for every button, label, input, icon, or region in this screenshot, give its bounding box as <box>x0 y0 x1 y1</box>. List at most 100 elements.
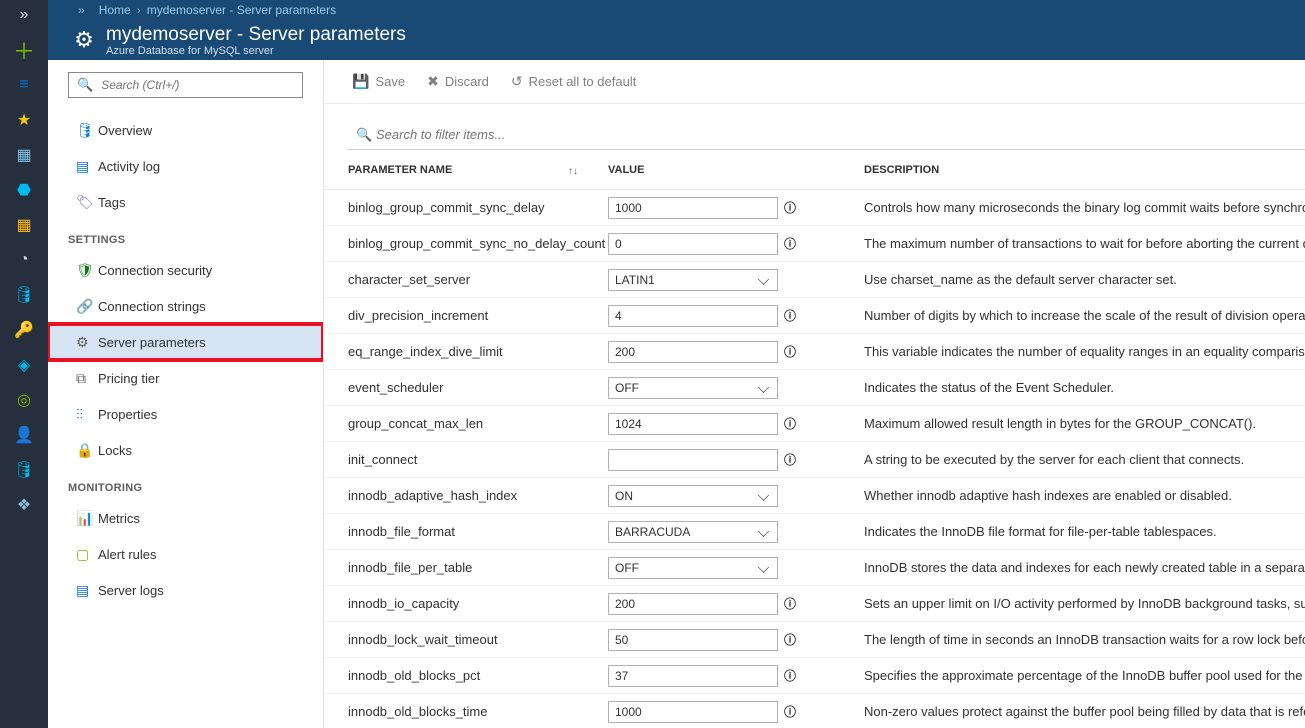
param-description: InnoDB stores the data and indexes for e… <box>864 560 1305 575</box>
param-value-cell <box>608 305 864 327</box>
info-icon[interactable] <box>784 670 796 682</box>
sidebar-search[interactable]: 🔍 <box>68 72 303 98</box>
info-icon[interactable] <box>784 346 796 358</box>
discard-label: Discard <box>445 74 489 89</box>
breadcrumb-chevron-icon[interactable]: » <box>78 3 85 17</box>
sidebar-item-label: Pricing tier <box>98 371 159 386</box>
rail-key-icon[interactable]: 🔑 <box>8 319 40 341</box>
param-name: innodb_file_format <box>348 524 608 539</box>
sidebar-item-activity-log[interactable]: ▤ Activity log <box>48 148 323 184</box>
param-value-select[interactable]: LATIN1 <box>608 269 778 291</box>
rail-list-icon[interactable]: ≡ <box>8 74 40 96</box>
sidebar-item-label: Tags <box>98 195 125 210</box>
param-description: A string to be executed by the server fo… <box>864 452 1305 467</box>
param-value-select[interactable]: OFF <box>608 377 778 399</box>
sidebar-item-overview[interactable]: 🛢 Overview <box>48 112 323 148</box>
param-value-input[interactable] <box>608 341 778 363</box>
param-row: event_schedulerOFFIndicates the status o… <box>324 370 1305 406</box>
param-description: This variable indicates the number of eq… <box>864 344 1305 359</box>
sidebar-item-label: Connection security <box>98 263 212 278</box>
param-row: binlog_group_commit_sync_delayControls h… <box>324 190 1305 226</box>
param-value-select[interactable]: ON <box>608 485 778 507</box>
rail-shield-icon[interactable]: ◈ <box>8 354 40 376</box>
resource-sidebar: 🔍 🛢 Overview ▤ Activity log 🏷 Tags SETTI… <box>48 60 324 728</box>
sort-icon[interactable]: ↑↓ <box>568 166 578 177</box>
info-icon[interactable] <box>784 706 796 718</box>
param-description: Sets an upper limit on I/O activity perf… <box>864 596 1305 611</box>
breadcrumb: » Home › mydemoserver - Server parameter… <box>48 0 1305 20</box>
rail-expand-icon[interactable]: » <box>8 4 40 26</box>
reset-button[interactable]: ↺ Reset all to default <box>511 73 636 90</box>
rail-dashboard-icon[interactable]: ▦ <box>8 144 40 166</box>
sidebar-item-pricing-tier[interactable]: ⧉ Pricing tier <box>48 360 323 396</box>
rail-mysql-icon[interactable]: 🛢 <box>8 459 40 481</box>
rail-favorites-icon[interactable]: ★ <box>8 109 40 131</box>
activity-log-icon: ▤ <box>76 158 98 175</box>
param-value-input[interactable] <box>608 665 778 687</box>
save-label: Save <box>375 74 405 89</box>
sidebar-item-server-parameters[interactable]: ⚙ Server parameters <box>48 324 323 360</box>
info-icon[interactable] <box>784 310 796 322</box>
sidebar-item-alert-rules[interactable]: ▢ Alert rules <box>48 536 323 572</box>
param-value-cell <box>608 629 864 651</box>
rail-cost-icon[interactable]: ◎ <box>8 389 40 411</box>
param-value-input[interactable] <box>608 413 778 435</box>
info-icon[interactable] <box>784 202 796 214</box>
info-icon[interactable] <box>784 598 796 610</box>
param-value-input[interactable] <box>608 629 778 651</box>
page-title: mydemoserver - Server parameters <box>106 24 406 46</box>
param-name: innodb_old_blocks_pct <box>348 668 608 683</box>
param-value-cell <box>608 449 864 471</box>
param-description: Indicates the InnoDB file format for fil… <box>864 524 1305 539</box>
param-value-input[interactable] <box>608 701 778 723</box>
info-icon[interactable] <box>784 454 796 466</box>
param-value-input[interactable] <box>608 449 778 471</box>
rail-create-icon[interactable]: ＋ <box>8 39 40 61</box>
sidebar-item-label: Overview <box>98 123 152 138</box>
close-icon: ✖ <box>427 73 439 90</box>
rail-sql-icon[interactable]: 🛢 <box>8 284 40 306</box>
info-icon[interactable] <box>784 418 796 430</box>
rail-grid-icon[interactable]: ▦ <box>8 214 40 236</box>
reset-icon: ↺ <box>511 73 523 90</box>
rail-person-icon[interactable]: 👤 <box>8 424 40 446</box>
search-icon: 🔍 <box>77 77 93 93</box>
sidebar-item-properties[interactable]: ⫶⫶ Properties <box>48 396 323 432</box>
param-value-cell <box>608 341 864 363</box>
filter-input[interactable] <box>376 127 1305 142</box>
column-header-name[interactable]: PARAMETER NAME ↑↓ <box>348 164 608 176</box>
param-value-select[interactable]: BARRACUDA <box>608 521 778 543</box>
rail-cube-icon[interactable]: ⬣ <box>8 179 40 201</box>
main-content: 💾 Save ✖ Discard ↺ Reset all to default … <box>324 60 1305 728</box>
breadcrumb-home[interactable]: Home <box>99 3 131 17</box>
sidebar-item-connection-security[interactable]: 🛡 Connection security <box>48 252 323 288</box>
param-value-cell: BARRACUDA <box>608 521 864 543</box>
param-value-select[interactable]: OFF <box>608 557 778 579</box>
lock-icon: 🔒 <box>76 442 98 459</box>
param-name: innodb_adaptive_hash_index <box>348 488 608 503</box>
filter-box[interactable]: 🔍 <box>348 120 1305 150</box>
save-button[interactable]: 💾 Save <box>352 73 405 90</box>
param-value-input[interactable] <box>608 197 778 219</box>
sidebar-item-tags[interactable]: 🏷 Tags <box>48 184 323 220</box>
param-value-cell: LATIN1 <box>608 269 864 291</box>
sidebar-item-locks[interactable]: 🔒 Locks <box>48 432 323 468</box>
sidebar-search-input[interactable] <box>101 78 294 92</box>
sidebar-item-label: Activity log <box>98 159 160 174</box>
param-description: The maximum number of transactions to wa… <box>864 236 1305 251</box>
column-header-value[interactable]: VALUE <box>608 164 864 176</box>
info-icon[interactable] <box>784 238 796 250</box>
column-header-description[interactable]: DESCRIPTION <box>864 164 1305 176</box>
sidebar-item-metrics[interactable]: 📊 Metrics <box>48 500 323 536</box>
rail-clock-icon[interactable]: ◔ <box>8 249 40 271</box>
info-icon[interactable] <box>784 634 796 646</box>
param-value-input[interactable] <box>608 233 778 255</box>
param-value-input[interactable] <box>608 305 778 327</box>
sidebar-item-server-logs[interactable]: ▤ Server logs <box>48 572 323 608</box>
param-name: group_concat_max_len <box>348 416 608 431</box>
param-value-cell <box>608 197 864 219</box>
param-value-input[interactable] <box>608 593 778 615</box>
sidebar-item-connection-strings[interactable]: 🔗 Connection strings <box>48 288 323 324</box>
discard-button[interactable]: ✖ Discard <box>427 73 489 90</box>
rail-misc-icon[interactable]: ❖ <box>8 494 40 516</box>
